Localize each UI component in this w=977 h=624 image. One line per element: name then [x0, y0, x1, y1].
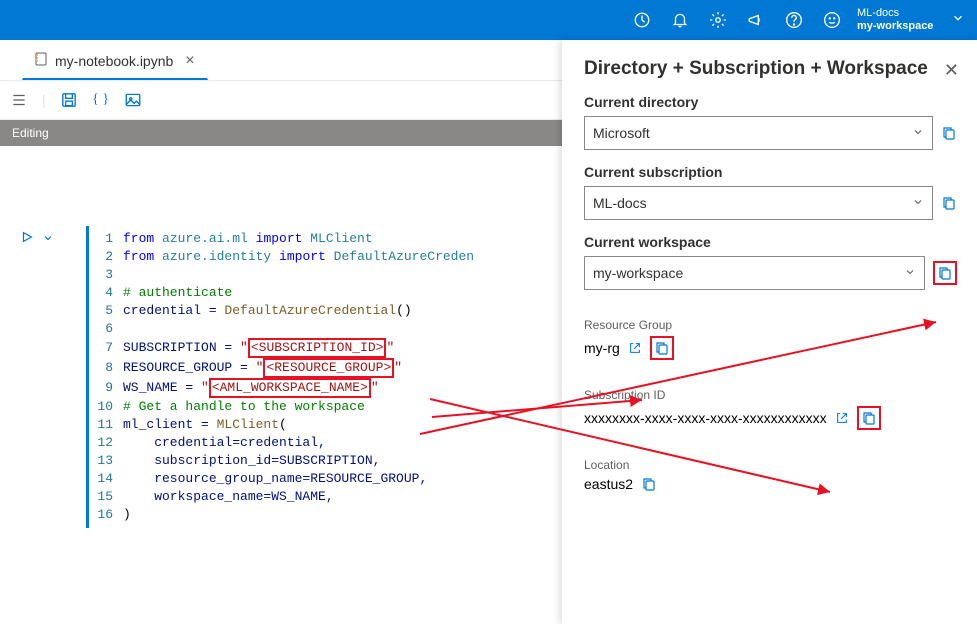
copy-icon[interactable]	[641, 476, 657, 492]
line-number: 11	[89, 416, 123, 434]
subscription-id-label: Subscription ID	[584, 388, 957, 402]
line-number: 2	[89, 248, 123, 266]
help-icon[interactable]	[785, 11, 803, 29]
copy-icon[interactable]	[861, 410, 877, 426]
workspace-value: my-workspace	[593, 265, 683, 281]
line-number: 8	[89, 359, 123, 377]
image-icon[interactable]	[124, 91, 142, 109]
panel-title: Directory + Subscription + Workspace	[584, 58, 957, 80]
notebook-icon	[33, 51, 49, 70]
line-number: 3	[89, 266, 123, 284]
save-icon[interactable]	[60, 91, 78, 109]
workspace-label: Current workspace	[584, 234, 957, 250]
cell-run-controls	[20, 230, 54, 249]
copy-icon[interactable]	[937, 265, 953, 281]
chevron-down-icon[interactable]	[951, 11, 965, 30]
workspace-switcher[interactable]: ML-docs my-workspace	[857, 7, 937, 33]
clock-icon[interactable]	[633, 11, 651, 29]
close-icon[interactable]: ✕	[944, 60, 959, 81]
run-cell-button[interactable]	[20, 230, 34, 249]
resource-group-label: Resource Group	[584, 318, 957, 332]
line-number: 10	[89, 398, 123, 416]
line-number: 14	[89, 470, 123, 488]
copy-subid-highlight	[857, 406, 881, 430]
status-left: Editing	[12, 126, 49, 140]
subscription-select[interactable]: ML-docs	[584, 186, 933, 220]
line-number: 6	[89, 320, 123, 338]
bell-icon[interactable]	[671, 11, 689, 29]
external-link-icon[interactable]	[835, 411, 849, 425]
directory-select[interactable]: Microsoft	[584, 116, 933, 150]
line-number: 4	[89, 284, 123, 302]
top-bar: ML-docs my-workspace	[0, 0, 977, 40]
copy-icon[interactable]	[941, 125, 957, 141]
line-number: 16	[89, 506, 123, 524]
copy-icon[interactable]	[654, 340, 670, 356]
line-number: 12	[89, 434, 123, 452]
topbar-icons	[633, 11, 841, 29]
line-number: 9	[89, 379, 123, 397]
copy-workspace-highlight	[933, 261, 957, 285]
subscription-value: ML-docs	[593, 195, 647, 211]
megaphone-icon[interactable]	[747, 11, 765, 29]
subscription-id-value: xxxxxxxx-xxxx-xxxx-xxxx-xxxxxxxxxxxx	[584, 410, 827, 426]
copy-icon[interactable]	[941, 195, 957, 211]
gear-icon[interactable]	[709, 11, 727, 29]
line-number: 5	[89, 302, 123, 320]
notebook-tab[interactable]: my-notebook.ipynb ×	[22, 42, 208, 80]
line-number: 13	[89, 452, 123, 470]
resource-group-value: my-rg	[584, 340, 620, 356]
subscription-label: Current subscription	[584, 164, 957, 180]
workspace-name-placeholder: <AML_WORKSPACE_NAME>	[209, 378, 371, 398]
resource-group-placeholder: <RESOURCE_GROUP>	[263, 358, 394, 378]
smile-icon[interactable]	[823, 11, 841, 29]
workspace-select[interactable]: my-workspace	[584, 256, 925, 290]
location-value: eastus2	[584, 476, 633, 492]
location-label: Location	[584, 458, 957, 472]
run-menu-chevron-icon[interactable]	[42, 231, 54, 249]
line-number: 7	[89, 339, 123, 357]
workspace-panel: ✕ Directory + Subscription + Workspace C…	[562, 40, 977, 624]
chevron-down-icon	[912, 195, 924, 211]
chevron-down-icon	[904, 265, 916, 281]
directory-label: Current directory	[584, 94, 957, 110]
directory-value: Microsoft	[593, 125, 650, 141]
subscription-id-placeholder: <SUBSCRIPTION_ID>	[248, 338, 387, 358]
chevron-down-icon	[912, 125, 924, 141]
copy-rg-highlight	[650, 336, 674, 360]
code-cell[interactable]: 1from azure.ai.ml import MLClient 2from …	[86, 226, 546, 528]
menu-icon[interactable]	[10, 91, 28, 109]
close-icon[interactable]: ×	[185, 53, 194, 69]
tenant-top-label: ML-docs	[857, 7, 937, 20]
tenant-bottom-label: my-workspace	[857, 20, 937, 33]
braces-icon[interactable]: { }	[92, 91, 110, 109]
line-number: 1	[89, 230, 123, 248]
external-link-icon[interactable]	[628, 341, 642, 355]
tab-label: my-notebook.ipynb	[55, 53, 173, 69]
line-number: 15	[89, 488, 123, 506]
